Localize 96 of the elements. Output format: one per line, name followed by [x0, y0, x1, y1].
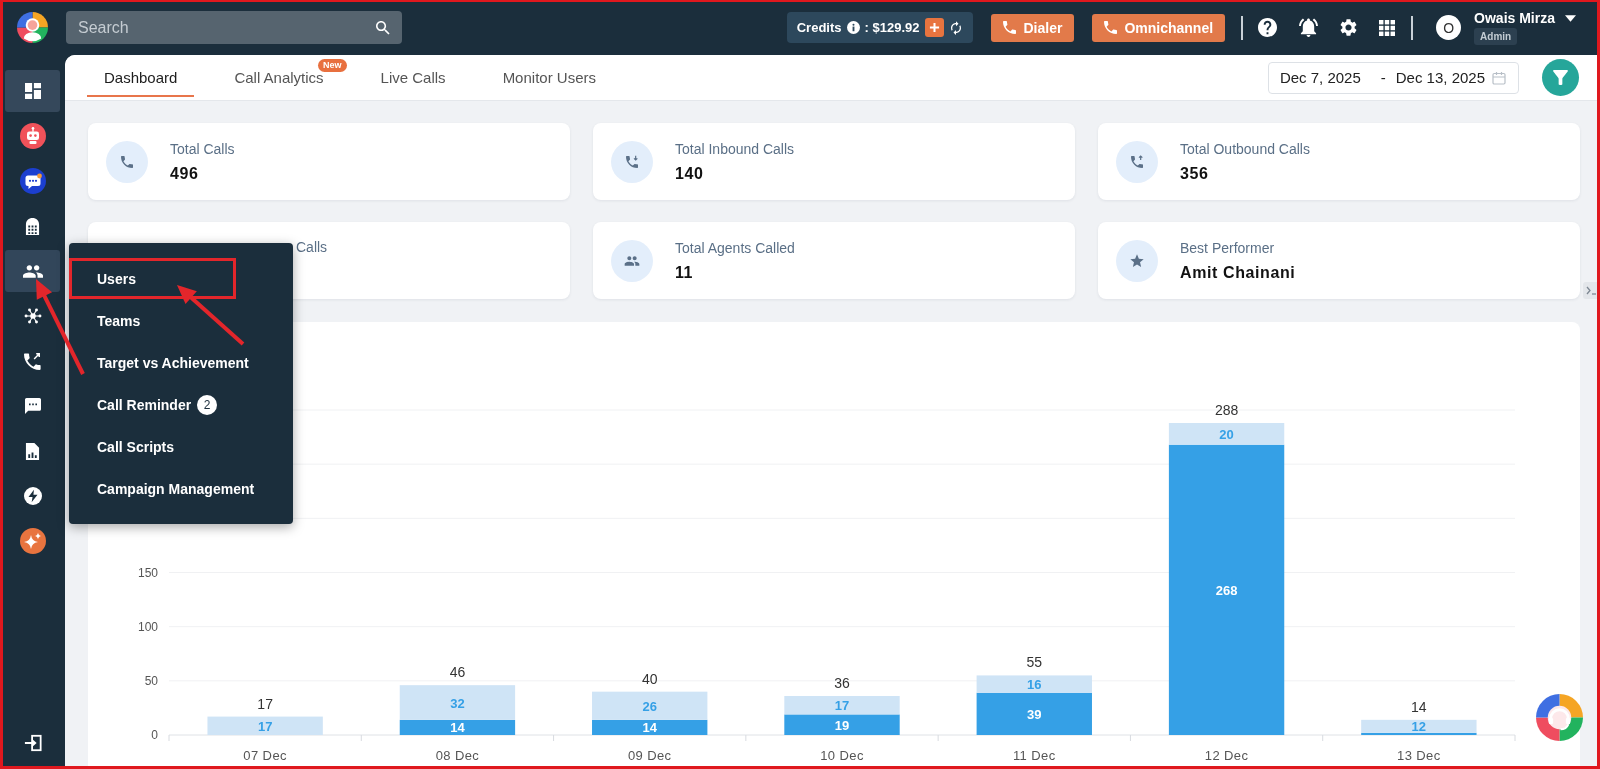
stat-label: Calls — [296, 239, 328, 256]
chat-bubble-icon — [19, 168, 46, 194]
bar-value-label: 19 — [834, 717, 850, 733]
dashboard-icon — [24, 83, 41, 99]
bar-value-label: 12 — [1411, 719, 1427, 735]
date-range-field[interactable]: Dec 7, 2025 - Dec 13, 2025 — [1267, 61, 1519, 94]
report-icon — [25, 441, 40, 461]
bar-value-label: 16 — [1027, 677, 1042, 693]
apps-grid-icon[interactable] — [1379, 19, 1396, 36]
user-avatar[interactable]: O — [1436, 15, 1462, 40]
bar-total-label: 288 — [1214, 402, 1239, 418]
search-icon[interactable] — [376, 21, 390, 35]
bar-value-label: 268 — [1215, 582, 1238, 598]
new-badge: New — [318, 59, 347, 72]
user-name: Owais Mirza — [1474, 10, 1555, 26]
network-icon — [23, 307, 42, 325]
bar-total-label: 55 — [1026, 654, 1043, 671]
phone-icon — [1003, 21, 1017, 34]
info-icon[interactable] — [846, 21, 860, 34]
menu-item[interactable]: Teams — [69, 300, 293, 342]
y-axis-label: 0 — [151, 728, 158, 742]
settings-icon[interactable] — [1340, 19, 1358, 36]
stat-label: Total Agents Called — [675, 239, 795, 257]
phone-incoming-icon — [611, 140, 653, 183]
users-icon — [22, 264, 43, 278]
x-axis-label: 09 Dec — [627, 748, 672, 763]
bar-value-label: 32 — [450, 695, 465, 711]
y-axis-label: 100 — [137, 619, 158, 634]
bar-total-label: 14 — [1411, 698, 1427, 715]
bar-value-label: 17 — [257, 718, 273, 734]
bar-value-label: 20 — [1219, 426, 1234, 442]
x-axis-label: 12 Dec — [1204, 748, 1249, 763]
stat-label: Total Inbound Calls — [675, 140, 795, 158]
y-axis-label: 50 — [144, 673, 158, 688]
help-icon[interactable] — [1258, 18, 1278, 37]
bar-value-label: 17 — [834, 698, 850, 714]
credits-label: Credits — [796, 20, 842, 35]
credits-amount: : $129.92 — [864, 20, 920, 35]
bar-total-label: 46 — [449, 664, 466, 681]
caret-icon[interactable] — [1565, 14, 1576, 22]
tab[interactable]: Dashboard — [87, 55, 195, 97]
stat-value: 11 — [675, 262, 694, 282]
sparkle-icon — [19, 528, 46, 554]
menu-item[interactable]: Call Scripts — [69, 426, 293, 468]
sidebar-button[interactable] — [5, 250, 60, 292]
filter-icon — [1553, 70, 1568, 85]
search-field[interactable]: Search — [66, 11, 402, 44]
message-icon — [24, 398, 41, 414]
building-icon — [25, 216, 40, 236]
phone-arrows-icon — [23, 352, 42, 370]
stat-value: 356 — [1180, 163, 1209, 183]
date-end[interactable]: Dec 13, 2025 — [1395, 69, 1485, 86]
bar-total-label: 40 — [641, 670, 658, 687]
menu-item[interactable]: Campaign Management — [69, 468, 293, 510]
plus-icon — [929, 22, 941, 33]
stat-value: 140 — [675, 163, 704, 183]
x-axis-label: 07 Dec — [243, 748, 287, 763]
bar-value-label: 26 — [642, 698, 657, 714]
tab[interactable]: Monitor Users — [485, 55, 613, 97]
menu-item[interactable]: Users — [69, 258, 293, 300]
menu-item[interactable]: Target vs Achievement — [69, 342, 293, 384]
x-axis-label: 10 Dec — [820, 748, 864, 763]
phone-outgoing-icon — [1116, 140, 1158, 183]
tab[interactable]: Live Calls — [363, 55, 463, 97]
date-separator: - — [1380, 69, 1386, 86]
stat-label: Best Performer — [1180, 239, 1275, 257]
stat-value: Amit Chainani — [1180, 262, 1296, 282]
lightning-icon — [23, 487, 42, 505]
users-icon — [611, 239, 653, 282]
stat-label: Total Outbound Calls — [1180, 140, 1310, 158]
annotation-arrow — [177, 285, 245, 346]
filter-button[interactable] — [1542, 59, 1579, 96]
count-badge: 2 — [197, 395, 218, 415]
add-credits-button[interactable] — [925, 18, 945, 37]
stat-label: Total Calls — [170, 140, 235, 158]
bar-value-label: 14 — [450, 720, 465, 736]
bar-total-label: 17 — [257, 695, 273, 712]
bar-value-label: 14 — [642, 720, 657, 736]
refresh-icon[interactable] — [951, 20, 962, 35]
y-axis-label: 150 — [137, 565, 158, 580]
bar-value-label: 39 — [1027, 706, 1042, 722]
x-axis-label: 13 Dec — [1397, 748, 1441, 763]
bell-icon[interactable] — [1299, 18, 1319, 37]
logo-icon[interactable] — [17, 12, 48, 43]
stat-value: 496 — [170, 163, 199, 183]
phone-icon — [1104, 21, 1118, 34]
bar-total-label: 36 — [834, 675, 850, 691]
x-axis-label: 08 Dec — [435, 748, 480, 763]
robot-icon — [19, 123, 46, 149]
date-start[interactable]: Dec 7, 2025 — [1279, 69, 1361, 86]
role-badge: Admin — [1474, 28, 1518, 45]
exit-door-icon — [23, 734, 42, 752]
x-axis-label: 11 Dec — [1012, 748, 1056, 763]
menu-item[interactable]: Call Reminder 2 — [69, 384, 293, 426]
phone-icon — [106, 140, 148, 183]
sidebar-button[interactable] — [5, 70, 60, 112]
